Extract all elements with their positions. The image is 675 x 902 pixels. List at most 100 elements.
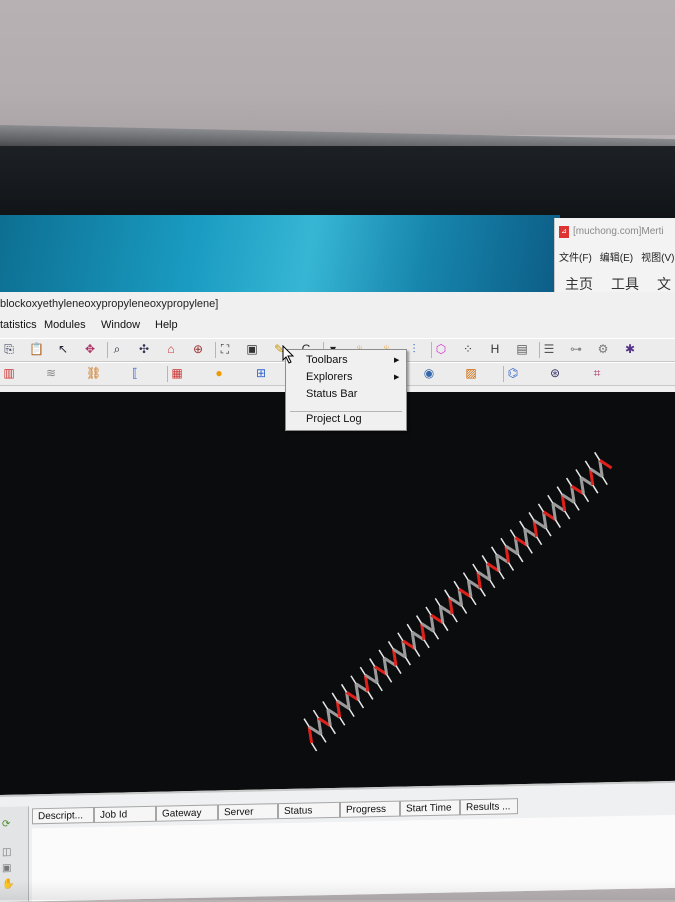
hydrogen-bond: [395, 665, 402, 675]
image-icon[interactable]: ▨: [464, 366, 478, 380]
toolbar-separator: [503, 366, 504, 382]
hydrogen-bond: [322, 701, 329, 710]
snapshot-icon[interactable]: ▣: [245, 342, 259, 356]
ring-icon[interactable]: ⬡: [434, 342, 448, 356]
move-icon[interactable]: ✣: [137, 342, 151, 356]
hydrogen-bond: [556, 486, 563, 496]
hydrogen-bond: [331, 692, 338, 702]
translate-icon[interactable]: ✥: [83, 342, 97, 356]
column-results[interactable]: Results ...: [460, 798, 518, 816]
hydrogen-bond: [535, 536, 543, 546]
pdf-reader-window[interactable]: ⊿ [muchong.com]Merti 文件(F) 编辑(E) 视图(V) 主页 工…: [554, 218, 675, 296]
remove-icon[interactable]: ▣: [2, 863, 14, 875]
pdf-menu-file[interactable]: 文件(F): [559, 253, 592, 264]
select-arrow-icon[interactable]: ↖: [56, 342, 70, 356]
hydrogen-bond: [385, 673, 393, 683]
pdf-menu-edit[interactable]: 编辑(E): [600, 253, 633, 264]
column-status[interactable]: Status: [278, 801, 340, 820]
column-progress[interactable]: Progress: [340, 800, 400, 818]
menu-item-toolbars[interactable]: Toolbars: [306, 354, 348, 366]
paste-icon[interactable]: 📋: [29, 342, 44, 356]
copy-icon[interactable]: ⎘: [2, 342, 16, 356]
molecule-icon[interactable]: ⌬: [506, 366, 520, 380]
hydrogen-bond: [425, 606, 432, 616]
hydrogen-bond: [378, 649, 385, 659]
hydrogen-bond: [340, 683, 348, 693]
square-icon[interactable]: ▦: [170, 366, 184, 380]
menu-item-project-log[interactable]: Project Log: [306, 413, 362, 425]
panel-icon[interactable]: ▤: [515, 342, 529, 356]
menu-window[interactable]: Window: [101, 319, 140, 331]
lattice-icon[interactable]: ⌗: [590, 366, 604, 380]
display-icon[interactable]: ▥: [2, 366, 16, 380]
circle-icon[interactable]: ◉: [422, 366, 436, 380]
menu-modules[interactable]: Modules: [44, 319, 86, 331]
structure-icon[interactable]: ⊛: [548, 366, 562, 380]
column-description[interactable]: Descript...: [32, 807, 94, 825]
hydrogen-bond: [369, 658, 376, 667]
refresh-icon[interactable]: ⟳: [2, 819, 14, 831]
molecule-viewport[interactable]: [0, 392, 675, 808]
toolbar-separator: [539, 342, 540, 358]
hydrogen-bond: [498, 570, 505, 580]
chain-icon[interactable]: ⛓: [86, 366, 101, 380]
center-icon[interactable]: ⊕: [191, 342, 205, 356]
network-icon[interactable]: ✱: [623, 342, 637, 356]
pdf-tab-more[interactable]: 文: [657, 276, 671, 292]
hydrogen-bond: [537, 503, 545, 513]
pdf-menu-view[interactable]: 视图(V): [641, 253, 674, 264]
hydrogen-bond: [423, 639, 430, 649]
hydrogen-bond: [500, 537, 507, 547]
menu-statistics[interactable]: tatistics: [0, 319, 37, 331]
hydrogen-bond: [517, 553, 524, 563]
hydrogen-bond: [367, 691, 374, 700]
hydrogen-bond: [310, 742, 318, 752]
hydrogen-bond: [573, 501, 580, 511]
menu-item-status-bar[interactable]: Status Bar: [306, 388, 357, 400]
hydrogen-bond: [582, 493, 590, 503]
hydrogen-bond: [460, 605, 468, 614]
list-icon[interactable]: ☰: [542, 342, 556, 356]
hydrogen-bond: [414, 648, 421, 657]
hydrogen-bond: [575, 469, 582, 478]
submenu-arrow-icon: ▶: [394, 374, 400, 381]
desktop-background: [0, 215, 560, 295]
home-icon[interactable]: ⌂: [164, 342, 178, 356]
hydrogen-bond: [601, 476, 608, 485]
bracket-icon[interactable]: ⟦: [128, 366, 142, 380]
gear-icon[interactable]: ⚙: [596, 342, 610, 356]
hydrogen-bond: [470, 596, 477, 606]
hydrogen-bond: [592, 484, 599, 494]
pdf-tab-home[interactable]: 主页: [565, 276, 593, 292]
menu-help[interactable]: Help: [155, 319, 178, 331]
zoom-icon[interactable]: ⌕: [110, 342, 124, 356]
hydrogen-bond: [406, 623, 413, 633]
grid-icon[interactable]: ⊞: [254, 366, 268, 380]
hydrogen-bond: [348, 708, 355, 718]
hydrogen-icon[interactable]: H: [488, 342, 502, 356]
dot-grid-icon[interactable]: ⁘: [461, 342, 475, 356]
sphere-icon[interactable]: ●: [212, 366, 226, 380]
bond-icon[interactable]: ⫶: [407, 342, 421, 356]
pdf-menubar: 文件(F) 编辑(E) 视图(V): [559, 249, 675, 264]
column-start-time[interactable]: Start Time: [400, 799, 460, 817]
wave-icon[interactable]: ≋: [44, 366, 58, 380]
hydrogen-bond: [350, 675, 357, 685]
column-gateway[interactable]: Gateway: [156, 804, 218, 822]
stop-icon[interactable]: ◫: [2, 847, 14, 859]
fit-icon[interactable]: ⛶: [218, 342, 232, 356]
monitor-bezel-inner: [0, 146, 675, 218]
column-job-id[interactable]: Job Id: [94, 805, 156, 824]
pdf-tab-tools[interactable]: 工具: [611, 276, 639, 292]
hydrogen-bond: [564, 510, 571, 520]
hydrogen-bond: [489, 579, 496, 589]
hierarchy-icon[interactable]: ⊶: [569, 342, 583, 356]
hydrogen-bond: [490, 546, 498, 556]
wall-background: [0, 0, 675, 135]
column-server[interactable]: Server: [218, 803, 278, 821]
molecule-model: [303, 451, 613, 752]
hydrogen-bond: [453, 580, 460, 590]
hydrogen-bond: [451, 613, 458, 623]
hydrogen-bond: [462, 572, 470, 582]
menu-item-explorers[interactable]: Explorers: [306, 371, 352, 383]
